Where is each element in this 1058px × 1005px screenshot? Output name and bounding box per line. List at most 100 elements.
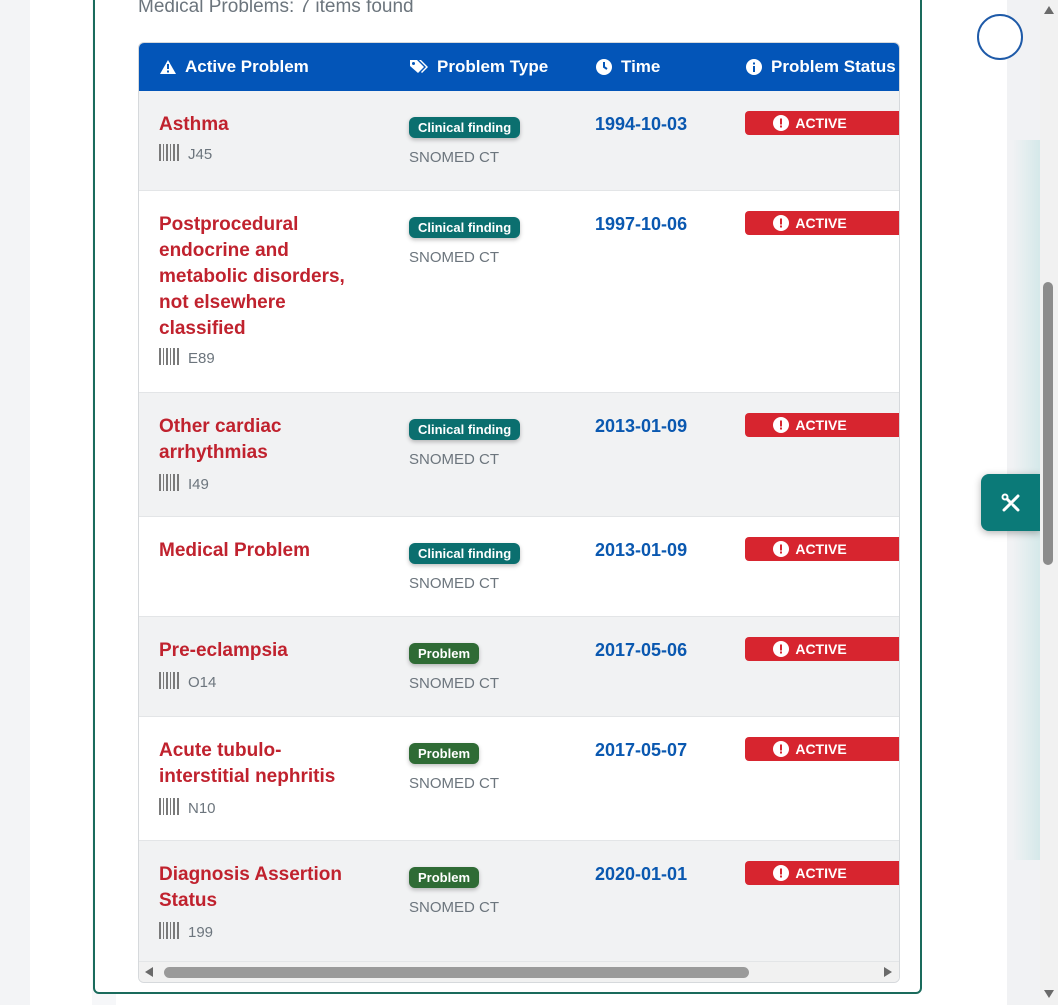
col-time-label: Time: [621, 57, 661, 76]
problem-type-badge: Problem: [409, 743, 480, 764]
warning-triangle-icon: [160, 60, 176, 74]
problem-name[interactable]: Diagnosis Assertion Status: [159, 862, 359, 914]
code-value: J45: [188, 146, 213, 163]
problem-time: 1994-10-03: [595, 114, 688, 134]
status-label: ACTIVE: [795, 741, 847, 757]
horizontal-scrollbar-thumb[interactable]: [164, 967, 749, 978]
problem-time: 2013-01-09: [595, 540, 688, 560]
table-row[interactable]: Pre-eclampsia O14 Problem SNOMED CT 2017…: [139, 617, 899, 717]
code-value: 199: [188, 924, 214, 941]
clock-icon: [596, 59, 612, 75]
code-system: SNOMED CT: [409, 775, 499, 792]
barcode-icon: [159, 144, 180, 165]
table-row[interactable]: Diagnosis Assertion Status 199 Problem S…: [139, 841, 899, 962]
col-problem-type[interactable]: Problem Type: [409, 43, 548, 91]
scroll-left-icon[interactable]: [145, 967, 153, 977]
exclamation-circle-icon: [773, 417, 790, 433]
code-system: SNOMED CT: [409, 451, 499, 468]
col-problem-status[interactable]: Problem Status: [745, 43, 896, 91]
problem-type-badge: Clinical finding: [409, 543, 521, 564]
problem-name[interactable]: Medical Problem: [159, 538, 359, 564]
scroll-right-icon[interactable]: [884, 967, 892, 977]
problem-time: 2020-01-01: [595, 864, 688, 884]
scroll-up-icon[interactable]: [1044, 6, 1054, 14]
status-label: ACTIVE: [795, 865, 847, 881]
status-badge: ACTIVE: [745, 211, 899, 235]
table-header: Active Problem Problem Type Time Problem…: [139, 43, 899, 91]
page-left-margin: [0, 0, 30, 1005]
status-label: ACTIVE: [795, 641, 847, 657]
code-value: I49: [188, 476, 209, 493]
horizontal-scrollbar[interactable]: [139, 962, 899, 982]
exclamation-circle-icon: [773, 741, 790, 757]
tools-icon: [1001, 493, 1020, 511]
tools-button[interactable]: [981, 474, 1041, 531]
status-badge: ACTIVE: [745, 111, 899, 135]
problem-time: 2013-01-09: [595, 416, 688, 436]
info-circle-icon: [746, 59, 762, 75]
exclamation-circle-icon: [773, 641, 790, 657]
col-time[interactable]: Time: [595, 43, 660, 91]
exclamation-circle-icon: [773, 115, 790, 131]
status-badge: ACTIVE: [745, 537, 899, 561]
table-row[interactable]: Postprocedural endocrine and metabolic d…: [139, 191, 899, 393]
barcode-icon: [159, 672, 180, 693]
status-label: ACTIVE: [795, 541, 847, 557]
problem-name[interactable]: Acute tubulo-interstitial nephritis: [159, 738, 359, 790]
problem-code: I49: [159, 474, 209, 495]
status-label: ACTIVE: [795, 417, 847, 433]
problem-time: 2017-05-07: [595, 740, 688, 760]
col-active-problem-label: Active Problem: [185, 57, 309, 76]
code-value: E89: [188, 350, 215, 367]
problem-code: J45: [159, 144, 212, 165]
problem-name[interactable]: Pre-eclampsia: [159, 638, 359, 664]
status-badge: ACTIVE: [745, 861, 899, 885]
problem-code: 199: [159, 922, 213, 943]
col-active-problem[interactable]: Active Problem: [159, 43, 309, 91]
status-badge: ACTIVE: [745, 413, 899, 437]
scroll-down-icon[interactable]: [1044, 990, 1054, 998]
barcode-icon: [159, 348, 180, 369]
exclamation-circle-icon: [773, 215, 790, 231]
col-problem-type-label: Problem Type: [437, 57, 549, 76]
barcode-icon: [159, 798, 180, 819]
circle-button[interactable]: [977, 14, 1023, 60]
code-system: SNOMED CT: [409, 899, 499, 916]
items-found-summary: Medical Problems: 7 items found: [138, 0, 414, 17]
problem-name[interactable]: Asthma: [159, 112, 359, 138]
problem-type-badge: Clinical finding: [409, 117, 521, 138]
problem-name[interactable]: Other cardiac arrhythmias: [159, 414, 359, 466]
problem-code: N10: [159, 798, 216, 819]
problem-type-badge: Clinical finding: [409, 419, 521, 440]
status-label: ACTIVE: [795, 115, 847, 131]
table-row[interactable]: Acute tubulo-interstitial nephritis N10 …: [139, 717, 899, 841]
problem-code: O14: [159, 672, 216, 693]
status-badge: ACTIVE: [745, 737, 899, 761]
problems-table: Active Problem Problem Type Time Problem…: [138, 42, 900, 983]
code-value: N10: [188, 800, 216, 817]
problem-time: 1997-10-06: [595, 214, 688, 234]
status-label: ACTIVE: [795, 215, 847, 231]
barcode-icon: [159, 922, 180, 943]
table-row[interactable]: Other cardiac arrhythmias I49 Clinical f…: [139, 393, 899, 517]
problem-code: E89: [159, 348, 215, 369]
code-system: SNOMED CT: [409, 149, 499, 166]
vertical-scrollbar[interactable]: [1040, 0, 1058, 1005]
problem-time: 2017-05-06: [595, 640, 688, 660]
problem-type-badge: Problem: [409, 867, 480, 888]
problem-name[interactable]: Postprocedural endocrine and metabolic d…: [159, 212, 359, 342]
exclamation-circle-icon: [773, 865, 790, 881]
code-system: SNOMED CT: [409, 249, 499, 266]
table-row[interactable]: Medical Problem Clinical finding SNOMED …: [139, 517, 899, 617]
problem-type-badge: Problem: [409, 643, 480, 664]
code-value: O14: [188, 674, 217, 691]
barcode-icon: [159, 474, 180, 495]
status-badge: ACTIVE: [745, 637, 899, 661]
col-problem-status-label: Problem Status: [771, 57, 896, 76]
code-system: SNOMED CT: [409, 575, 499, 592]
vertical-scrollbar-thumb[interactable]: [1043, 282, 1053, 565]
exclamation-circle-icon: [773, 541, 790, 557]
code-system: SNOMED CT: [409, 675, 499, 692]
table-row[interactable]: Asthma J45 Clinical finding SNOMED CT 19…: [139, 91, 899, 191]
problem-type-badge: Clinical finding: [409, 217, 521, 238]
